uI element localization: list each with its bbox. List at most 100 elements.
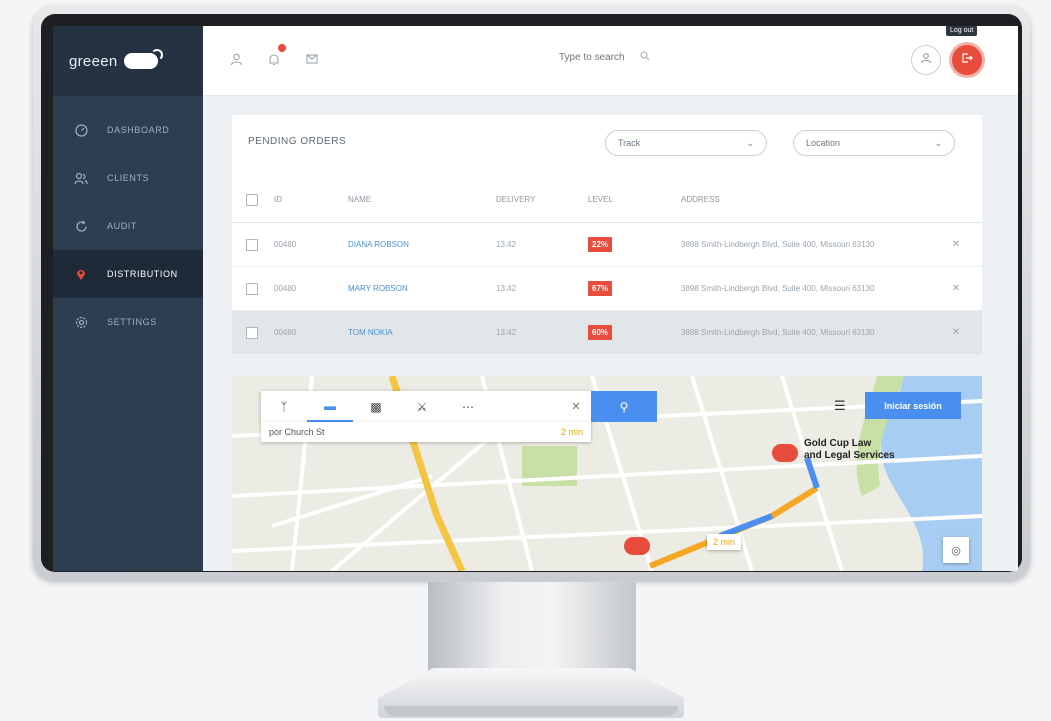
remove-row-icon[interactable]: ✕ [941,327,971,338]
table-row[interactable]: 00480 DIANA ROBSON 13:42 22% 3898 Smith-… [232,223,982,267]
logo[interactable]: greeen [53,26,203,96]
search-input[interactable] [559,52,634,63]
chevron-down-icon: ⌄ [934,137,942,148]
zoom-button[interactable]: ◎ [943,537,969,563]
close-directions-icon[interactable]: ✕ [561,400,591,413]
sidebar-item-label: SETTINGS [107,317,157,327]
route-summary[interactable]: por Church St 2 min [261,422,591,442]
column-header-id[interactable]: ID [272,195,348,204]
order-delivery: 13:42 [496,328,517,337]
remove-row-icon[interactable]: ✕ [941,239,971,250]
row-checkbox[interactable] [246,326,258,339]
column-header-level[interactable]: LEVEL [588,195,681,204]
origin-pin-icon[interactable] [624,537,650,555]
refresh-icon [73,218,89,234]
sidebar-nav: DASHBOARD CLIENTS AUDIT DISTRIBUTION SET… [53,106,203,346]
apps-grid-icon[interactable]: ☰ [834,398,846,414]
notification-badge [278,44,286,52]
chevron-down-icon: ⌄ [746,137,754,148]
pin-icon [73,266,89,282]
gear-icon [73,314,89,330]
search-icon: ⚲ [619,399,629,414]
remove-row-icon[interactable]: ✕ [941,283,971,294]
table-header: ID NAME DELIVERY LEVEL ADDRESS [232,177,982,223]
place-name-line1: Gold Cup Law [804,438,872,449]
row-checkbox[interactable] [246,238,258,251]
monitor-bezel: greeen DASHBOARD CLIENTS AUDIT DISTRIBUT… [41,14,1022,572]
sidebar-item-label: AUDIT [107,221,137,231]
order-name-link[interactable]: TOM NOKIA [348,328,496,337]
sidebar-item-audit[interactable]: AUDIT [53,202,203,250]
pending-orders-panel: PENDING ORDERS Track ⌄ Location ⌄ ID NAM… [232,115,982,355]
search-icon[interactable] [640,51,650,64]
logout-icon [961,51,973,69]
level-badge: 22% [588,237,613,252]
location-select[interactable]: Location ⌄ [793,130,955,156]
monitor-stand-shadow [384,706,678,716]
order-name-link[interactable]: DIANA ROBSON [348,240,496,249]
order-id: 00480 [274,284,297,293]
order-id: 00480 [274,328,297,337]
order-address: 3898 Smith-Lindbergh Blvd, Suite 400, Mi… [681,240,875,249]
signin-button[interactable]: Iniciar sesión [865,392,961,419]
logo-cloud-icon [123,49,163,69]
order-delivery: 13:42 [496,284,517,293]
more-modes-icon[interactable]: ⋯ [445,391,491,422]
route-summary-time: 2 min [560,427,583,437]
route-summary-from: por Church St [269,427,325,437]
order-address: 3898 Smith-Lindbergh Blvd, Suite 400, Mi… [681,284,875,293]
sidebar-item-label: DASHBOARD [107,125,170,135]
track-select[interactable]: Track ⌄ [605,130,767,156]
app-screen: greeen DASHBOARD CLIENTS AUDIT DISTRIBUT… [53,26,1018,571]
route-map[interactable]: Gold Cup Law and Legal Services ᛉ ▬ ▩ ⚔ … [232,376,982,571]
place-name-line2: and Legal Services [804,450,895,461]
sidebar-item-label: DISTRIBUTION [107,269,178,279]
destination-pin-icon[interactable] [772,444,798,462]
sidebar-item-label: CLIENTS [107,173,150,183]
monitor-frame: greeen DASHBOARD CLIENTS AUDIT DISTRIBUT… [33,6,1030,580]
table-row[interactable]: 00480 TOM NOKIA 13:42 60% 3898 Smith-Lin… [232,311,982,355]
sidebar-item-distribution[interactable]: DISTRIBUTION [53,250,203,298]
sidebar-item-dashboard[interactable]: DASHBOARD [53,106,203,154]
walk-mode-icon[interactable]: ⚔ [399,391,445,422]
order-id: 00480 [274,240,297,249]
notifications-icon[interactable] [265,44,286,68]
user-icon[interactable] [227,50,245,68]
search-box [559,51,650,64]
top-icons [227,44,321,68]
directions-logo-icon[interactable]: ᛉ [261,391,307,422]
users-icon [73,170,89,186]
order-delivery: 13:42 [496,240,517,249]
car-mode-icon[interactable]: ▬ [307,391,353,422]
map-search-button[interactable]: ⚲ [591,391,657,422]
sidebar: greeen DASHBOARD CLIENTS AUDIT DISTRIBUT… [53,26,203,571]
place-label: Gold Cup Law and Legal Services [804,438,895,462]
sidebar-item-settings[interactable]: SETTINGS [53,298,203,346]
order-name-link[interactable]: MARY ROBSON [348,284,496,293]
transit-mode-icon[interactable]: ▩ [353,391,399,422]
location-select-value: Location [806,138,841,148]
mail-icon[interactable] [303,50,321,68]
monitor-stand-neck [428,582,636,672]
top-bar: Log out [203,26,1018,96]
dashboard-icon [73,122,89,138]
profile-icon [920,51,932,69]
directions-modes: ᛉ ▬ ▩ ⚔ ⋯ ✕ [261,391,591,422]
sidebar-item-clients[interactable]: CLIENTS [53,154,203,202]
route-time-box: 2 min [707,534,742,550]
column-header-address[interactable]: ADDRESS [681,195,941,204]
table-row[interactable]: 00480 MARY ROBSON 13:42 67% 3898 Smith-L… [232,267,982,311]
level-badge: 60% [588,325,613,340]
logo-text: greeen [69,52,118,70]
logout-tooltip: Log out [946,26,978,36]
column-header-delivery[interactable]: DELIVERY [496,195,588,204]
level-badge: 67% [588,281,613,296]
panel-title: PENDING ORDERS [248,136,347,147]
profile-button[interactable] [911,45,941,75]
column-header-name[interactable]: NAME [348,195,496,204]
row-checkbox[interactable] [246,282,258,295]
select-all-checkbox[interactable] [246,193,258,206]
logout-button[interactable] [952,45,982,75]
order-address: 3898 Smith-Lindbergh Blvd, Suite 400, Mi… [681,328,875,337]
track-select-value: Track [618,138,641,148]
